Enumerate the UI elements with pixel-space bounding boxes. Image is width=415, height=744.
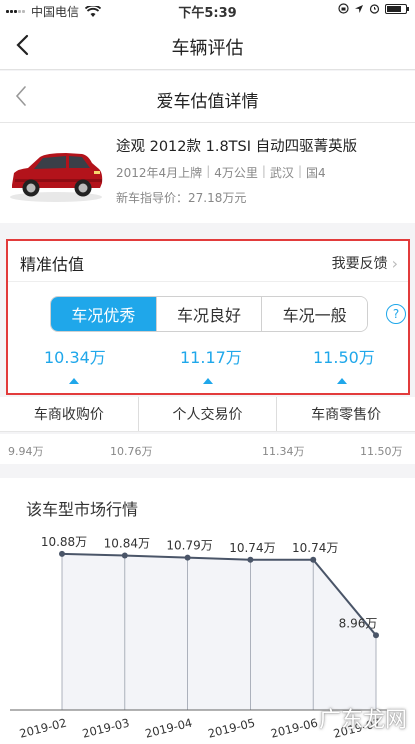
reference-price-bar: 车商收购价 个人交易价 车商零售价 <box>0 397 415 432</box>
chart-point <box>373 632 379 639</box>
scale-label: 9.94万 <box>8 445 44 458</box>
precise-estimate-panel: 精准估值 我要反馈 › 车况优秀 车况良好 车况一般 ? 10.34万 11.1… <box>6 239 410 395</box>
chart-point <box>184 554 191 561</box>
chart-point <box>121 552 128 559</box>
marker-average-icon <box>337 378 347 384</box>
tab-excellent[interactable]: 车况优秀 <box>51 297 156 331</box>
private-trade-price[interactable]: 个人交易价 <box>137 397 277 431</box>
car-name: 途观 2012款 1.8TSI 自动四驱菁英版 <box>116 139 358 155</box>
tab-good[interactable]: 车况良好 <box>155 297 262 331</box>
nav-bar: 车辆评估 <box>0 20 415 70</box>
chevron-right-icon: › <box>391 253 398 273</box>
marker-excellent-icon <box>69 378 79 384</box>
market-title: 该车型市场行情 <box>26 500 139 519</box>
chart-data-label: 10.79万 <box>166 539 212 553</box>
chart-tick-label: 2019-04 <box>144 716 194 741</box>
car-emission: 国4 <box>305 166 326 180</box>
scale-label: 11.50万 <box>360 445 403 458</box>
rotation-lock-icon <box>338 3 349 14</box>
sub-header-title: 爱车估值详情 <box>156 92 259 112</box>
section-gap <box>0 464 415 478</box>
chart-tick-label: 2019-02 <box>18 716 68 741</box>
value-excellent: 10.34万 <box>44 348 106 367</box>
car-image <box>10 153 103 202</box>
estimate-title: 精准估值 <box>20 255 85 274</box>
chart-tick-label: 2019-06 <box>269 716 319 741</box>
feedback-label: 我要反馈 <box>331 256 388 272</box>
value-average: 11.50万 <box>313 348 375 367</box>
marker-good-icon <box>203 378 213 384</box>
chart-tick-label: 2019-05 <box>206 716 256 741</box>
location-icon <box>355 4 363 13</box>
battery-icon <box>385 3 409 14</box>
car-mileage: 4万公里 <box>214 166 258 180</box>
tab-average[interactable]: 车况一般 <box>261 297 367 331</box>
help-icon[interactable]: ? <box>386 304 406 324</box>
condition-tabs: 车况优秀 车况良好 车况一般 <box>50 296 368 332</box>
chart-data-label: 10.84万 <box>104 537 150 551</box>
car-city: 武汉 <box>269 166 294 180</box>
chart-point <box>310 556 317 563</box>
dealer-retail-price[interactable]: 车商零售价 <box>276 397 415 431</box>
chart-data-label: 10.74万 <box>229 541 275 555</box>
status-right <box>338 3 409 14</box>
price-scale: 9.94万 10.76万 11.34万 11.50万 <box>0 434 415 464</box>
chart-tick-label: 2019-03 <box>81 716 131 741</box>
status-bar: 中国电信 下午5:39 <box>0 0 415 21</box>
value-good: 11.17万 <box>180 348 242 367</box>
chart-point <box>247 556 254 563</box>
car-meta: 2012年4月上牌 | 4万公里 | 武汉 | 国4 <box>116 164 326 180</box>
chart-data-label: 10.88万 <box>41 535 87 549</box>
alarm-icon <box>369 4 380 14</box>
scale-label: 11.34万 <box>262 445 305 458</box>
chart-data-label: 10.74万 <box>292 541 338 555</box>
car-registration: 2012年4月上牌 <box>116 166 203 180</box>
estimate-values: 10.34万 11.17万 11.50万 <box>8 344 408 368</box>
dealer-buy-price[interactable]: 车商收购价 <box>0 397 138 431</box>
market-section: 该车型市场行情 10.88万 10.84万 10.79万 10.74万 10.74万 8.… <box>0 478 415 744</box>
car-guide-price: 新车指导价：27.18万元 <box>116 191 247 205</box>
page-title: 车辆评估 <box>171 38 244 59</box>
car-card[interactable]: 途观 2012款 1.8TSI 自动四驱菁英版 2012年4月上牌 | 4万公里 |… <box>0 123 415 223</box>
feedback-link[interactable]: 我要反馈 › <box>332 253 398 273</box>
chart-point <box>59 550 65 557</box>
divider <box>8 281 408 282</box>
watermark: 广东龙网 <box>318 708 407 733</box>
sub-header: 爱车估值详情 <box>0 71 415 123</box>
chart-data-label: 8.96万 <box>339 616 378 630</box>
scale-label: 10.76万 <box>110 445 153 458</box>
